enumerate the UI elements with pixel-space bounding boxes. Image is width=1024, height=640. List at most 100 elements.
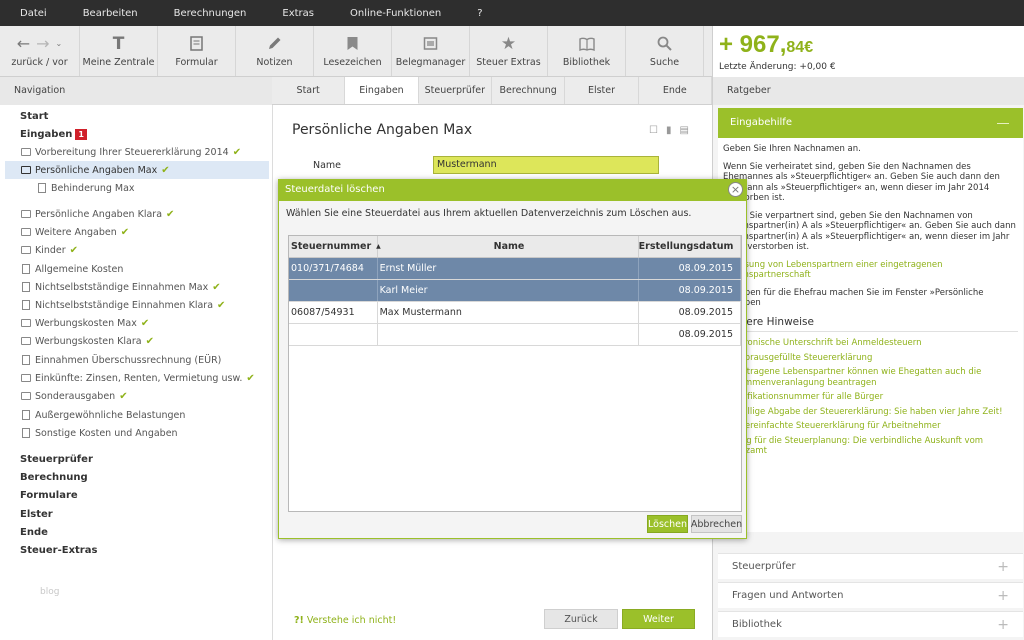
hint-link[interactable]: Die vorausgefüllte Steuererklärung bbox=[723, 353, 1018, 364]
nav-sonderausgaben[interactable]: Sonderausgaben ✔ bbox=[21, 387, 128, 405]
bookmark-icon bbox=[346, 35, 359, 53]
note-icon[interactable]: ☐ bbox=[649, 125, 658, 136]
refund-amount-cents: 84€ bbox=[786, 39, 814, 56]
plus-icon: + bbox=[997, 558, 1009, 575]
arrow-left-icon[interactable]: ← bbox=[17, 34, 30, 53]
nav-vorbereitung[interactable]: Vorbereitung Ihrer Steuererklärung 2014 ✔ bbox=[21, 143, 241, 161]
nav-sonstige-kosten[interactable]: Sonstige Kosten und Angaben bbox=[22, 424, 178, 442]
form-icon[interactable]: ▤ bbox=[679, 125, 688, 136]
table-row[interactable]: 010/371/74684 Ernst Müller 08.09.2015 bbox=[289, 258, 741, 280]
accordion-bibliothek[interactable]: Bibliothek + bbox=[718, 611, 1023, 637]
tab-ende[interactable]: Ende bbox=[639, 77, 712, 104]
tab-steuerpruefer[interactable]: Steuerprüfer bbox=[419, 77, 492, 104]
formular-button[interactable]: Formular bbox=[158, 26, 236, 76]
back-forward-button[interactable]: ← → ⌄ zurück / vor bbox=[0, 26, 80, 76]
nav-berechnung[interactable]: Berechnung bbox=[20, 468, 88, 486]
table-row[interactable]: Karl Meier 08.09.2015 bbox=[289, 280, 741, 302]
table-row[interactable]: 08.09.2015 bbox=[289, 324, 741, 346]
menu-berechnungen[interactable]: Berechnungen bbox=[156, 8, 265, 19]
nav-einnahmen-klara[interactable]: Nichtselbstständige Einnahmen Klara ✔ bbox=[22, 296, 225, 314]
column-header-name[interactable]: Name bbox=[378, 236, 639, 257]
nav-persoenliche-angaben-klara[interactable]: Persönliche Angaben Klara ✔ bbox=[21, 205, 174, 223]
nav-einnahmen-max[interactable]: Nichtselbstständige Einnahmen Max ✔ bbox=[22, 278, 221, 296]
belegmanager-button[interactable]: Belegmanager bbox=[392, 26, 470, 76]
nav-aussergewoehnliche-belastungen[interactable]: Außergewöhnliche Belastungen bbox=[22, 406, 185, 424]
hint-link[interactable]: Elektronische Unterschrift bei Anmeldest… bbox=[723, 338, 1018, 349]
tab-elster[interactable]: Elster bbox=[565, 77, 639, 104]
nav-werbungskosten-klara[interactable]: Werbungskosten Klara ✔ bbox=[21, 332, 154, 350]
accordion-fragen-antworten[interactable]: Fragen und Antworten + bbox=[718, 582, 1023, 608]
dialog-description: Wählen Sie eine Steuerdatei aus Ihrem ak… bbox=[286, 208, 692, 219]
menu-datei[interactable]: Datei bbox=[0, 8, 65, 19]
hint-link[interactable]: Identifikationsnummer für alle Bürger bbox=[723, 392, 1018, 403]
nav-ende[interactable]: Ende bbox=[20, 523, 48, 541]
t-icon: T bbox=[112, 33, 125, 54]
cell-steuernummer bbox=[289, 280, 378, 301]
lesezeichen-button[interactable]: Lesezeichen bbox=[314, 26, 392, 76]
steuer-extras-button[interactable]: ★ Steuer Extras bbox=[470, 26, 548, 76]
hint-link[interactable]: Die vereinfachte Steuererklärung für Arb… bbox=[723, 421, 1018, 432]
notizen-button[interactable]: Notizen bbox=[236, 26, 314, 76]
menu-extras[interactable]: Extras bbox=[264, 8, 332, 19]
table-row[interactable]: 06087/54931 Max Mustermann 08.09.2015 bbox=[289, 302, 741, 324]
collapse-icon[interactable] bbox=[997, 123, 1009, 124]
tab-start[interactable]: Start bbox=[272, 77, 346, 104]
suche-button[interactable]: Suche bbox=[626, 26, 704, 76]
check-icon: ✔ bbox=[166, 208, 175, 220]
menu-bearbeiten[interactable]: Bearbeiten bbox=[65, 8, 156, 19]
blog-link[interactable]: blog bbox=[40, 587, 59, 597]
folder-icon bbox=[21, 228, 31, 236]
nav-weitere-angaben[interactable]: Weitere Angaben ✔ bbox=[21, 223, 129, 241]
main-footer: ?! Verstehe ich nicht! Zurück Weiter bbox=[273, 603, 713, 640]
nav-steuer-extras[interactable]: Steuer-Extras bbox=[20, 541, 97, 559]
tab-berechnung[interactable]: Berechnung bbox=[492, 77, 566, 104]
delete-button[interactable]: Löschen bbox=[647, 515, 688, 533]
column-header-erstellungsdatum[interactable]: Erstellungsdatum bbox=[639, 236, 741, 257]
nav-label: Einnahmen Überschussrechnung (EÜR) bbox=[35, 354, 222, 366]
nav-steuerpruefer[interactable]: Steuerprüfer bbox=[20, 450, 93, 468]
menu-online-funktionen[interactable]: Online-Funktionen bbox=[332, 8, 459, 19]
hint-link[interactable]: Eingetragene Lebenspartner können wie Eh… bbox=[723, 367, 1018, 388]
close-icon[interactable]: × bbox=[728, 182, 743, 197]
document-icon bbox=[22, 300, 30, 310]
nav-kinder[interactable]: Kinder ✔ bbox=[21, 241, 78, 259]
column-header-steuernummer[interactable]: Steuernummer ▲ bbox=[289, 236, 381, 257]
nav-label: Ende bbox=[20, 526, 48, 538]
eingabehilfe-title[interactable]: Eingabehilfe bbox=[718, 108, 1023, 138]
dropdown-icon[interactable]: ⌄ bbox=[56, 39, 63, 48]
taxfile-table: Steuernummer ▲ Name Erstellungsdatum 010/… bbox=[288, 235, 742, 512]
folder-icon bbox=[21, 210, 31, 218]
menu-help[interactable]: ? bbox=[459, 8, 500, 19]
help-text: Angaben für die Ehefrau machen Sie im Fe… bbox=[723, 287, 984, 309]
help-link[interactable]: Erfassung von Lebenspartnern einer einge… bbox=[723, 260, 943, 281]
nav-start[interactable]: Start bbox=[20, 107, 48, 125]
next-button[interactable]: Weiter bbox=[622, 609, 695, 629]
nav-formulare[interactable]: Formulare bbox=[20, 486, 78, 504]
cancel-button[interactable]: Abbrechen bbox=[691, 515, 742, 533]
nav-behinderung-max[interactable]: Behinderung Max bbox=[38, 179, 135, 197]
meine-zentrale-button[interactable]: T Meine Zentrale bbox=[80, 26, 158, 76]
hint-link[interactable]: Freiwillige Abgabe der Steuererklärung: … bbox=[723, 407, 1018, 418]
name-field[interactable]: Mustermann bbox=[433, 156, 659, 174]
folder-open-icon bbox=[21, 166, 31, 174]
bibliothek-button[interactable]: Bibliothek bbox=[548, 26, 626, 76]
nav-eingaben[interactable]: Eingaben 1 bbox=[20, 125, 87, 143]
nav-euer[interactable]: Einnahmen Überschussrechnung (EÜR) bbox=[22, 351, 221, 369]
not-understood-link[interactable]: ?! Verstehe ich nicht! bbox=[294, 615, 396, 626]
arrow-right-icon[interactable]: → bbox=[36, 34, 49, 53]
nav-allgemeine-kosten[interactable]: Allgemeine Kosten bbox=[22, 260, 123, 278]
nav-elster[interactable]: Elster bbox=[20, 505, 53, 523]
bookmark-icon[interactable]: ▮ bbox=[666, 125, 672, 136]
plus-icon: + bbox=[997, 616, 1009, 633]
tab-eingaben[interactable]: Eingaben bbox=[345, 77, 419, 104]
nav-werbungskosten-max[interactable]: Werbungskosten Max ✔ bbox=[21, 314, 149, 332]
accordion-steuerpruefer[interactable]: Steuerprüfer + bbox=[718, 553, 1023, 579]
hint-link[interactable]: Antrag für die Steuerplanung: Die verbin… bbox=[723, 436, 1018, 457]
document-icon bbox=[38, 183, 46, 193]
nav-persoenliche-angaben-max[interactable]: Persönliche Angaben Max ✔ bbox=[5, 161, 269, 179]
nav-einkuenfte[interactable]: Einkünfte: Zinsen, Renten, Vermietung us… bbox=[21, 369, 255, 387]
receipt-icon bbox=[423, 35, 438, 53]
back-button[interactable]: Zurück bbox=[544, 609, 618, 629]
check-icon: ✔ bbox=[217, 299, 226, 311]
document-icon bbox=[22, 282, 30, 292]
